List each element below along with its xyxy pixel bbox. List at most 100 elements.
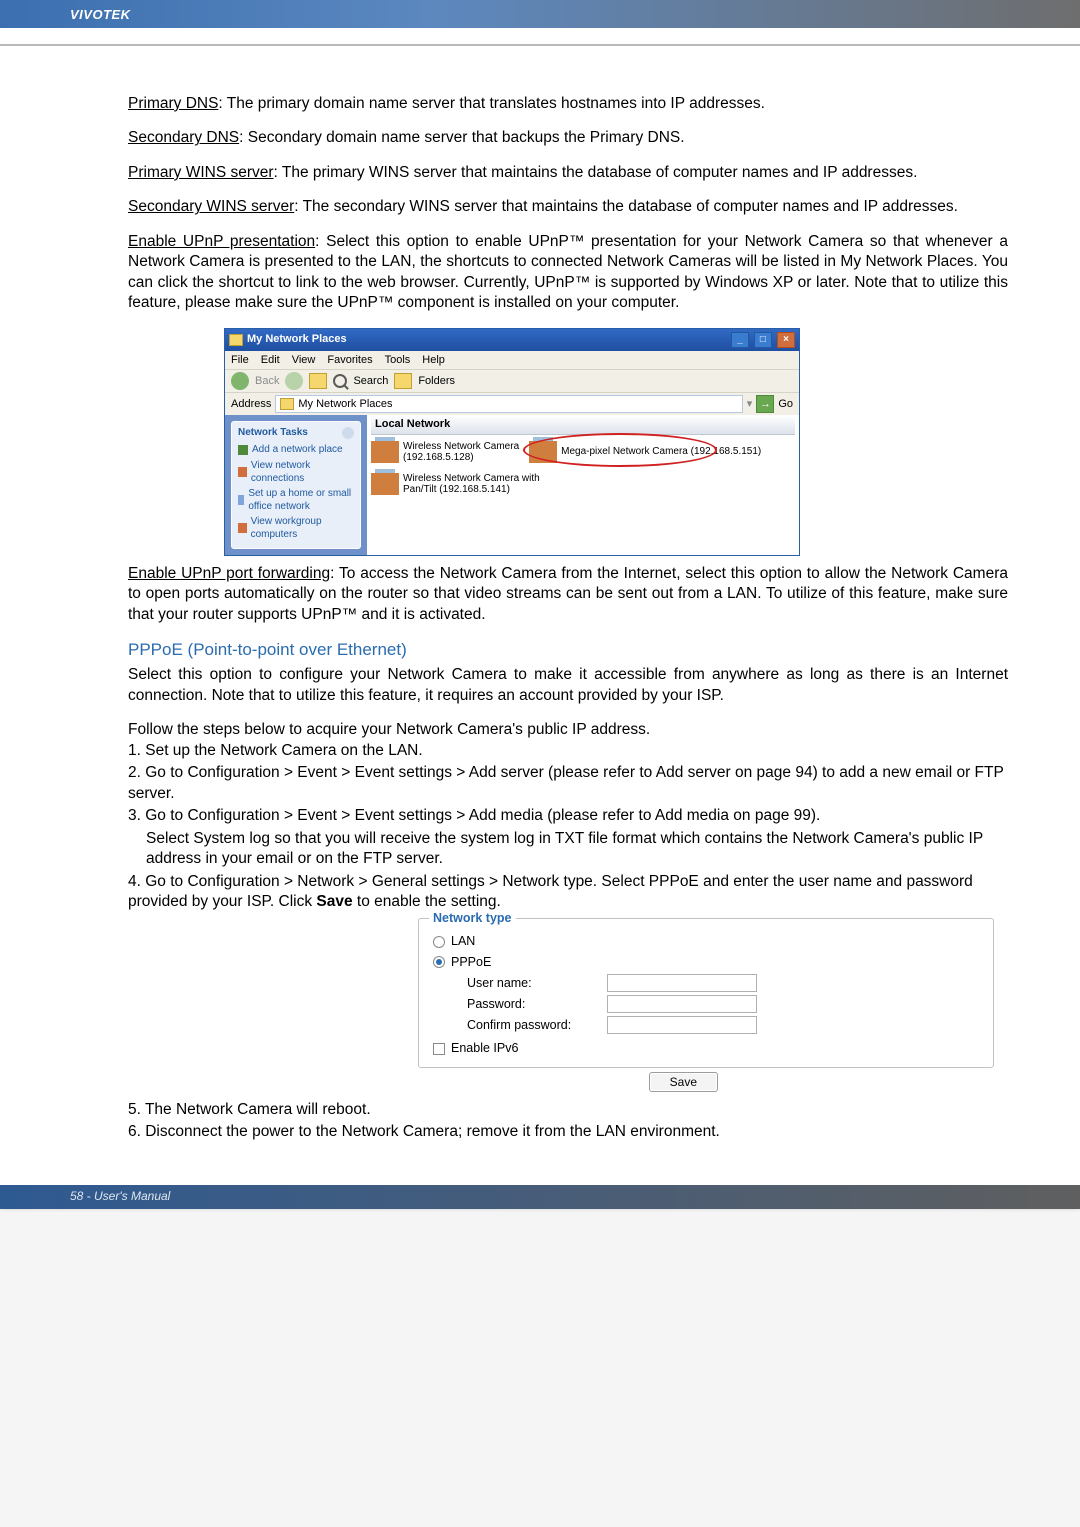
panel-title: Network Tasks [238, 426, 308, 439]
setup-home-link[interactable]: Set up a home or small office network [238, 487, 354, 513]
label: Secondary WINS server [128, 198, 294, 215]
forward-icon[interactable] [285, 372, 303, 390]
content-area: Primary DNS: The primary domain name ser… [0, 46, 1080, 1185]
label: Secondary DNS [128, 129, 239, 146]
minimize-button[interactable]: _ [731, 332, 749, 348]
workgroup-icon [238, 523, 247, 533]
view-connections-link[interactable]: View network connections [238, 459, 354, 485]
panel-legend: Network type [429, 910, 516, 927]
def-secondary-dns: Secondary DNS: Secondary domain name ser… [128, 128, 1008, 148]
def-upnp-presentation: Enable UPnP presentation: Select this op… [128, 232, 1008, 314]
window-body: Network Tasks Add a network place View n… [225, 415, 799, 555]
network-type-panel: Network type LAN PPPoE User name: Passwo… [418, 918, 994, 1068]
ipv6-row[interactable]: Enable IPv6 [433, 1040, 979, 1057]
password-label: Password: [467, 996, 607, 1013]
camera-grid: Wireless Network Camera (192.168.5.128) … [371, 441, 795, 495]
main-area: Local Network Wireless Network Camera (1… [367, 415, 799, 555]
folders-button[interactable]: Folders [418, 374, 455, 389]
password-row: Password: [467, 995, 979, 1013]
def-secondary-wins: Secondary WINS server: The secondary WIN… [128, 197, 1008, 217]
up-icon[interactable] [309, 373, 327, 389]
local-network-header: Local Network [371, 415, 795, 435]
go-button[interactable]: → [756, 395, 774, 413]
step-3a: Select System log so that you will recei… [128, 829, 1008, 870]
search-icon[interactable] [333, 374, 347, 388]
network-tasks-panel: Network Tasks Add a network place View n… [231, 421, 361, 549]
camera-wireless[interactable]: Wireless Network Camera (192.168.5.128) [371, 441, 519, 463]
lan-option[interactable]: LAN [433, 933, 979, 950]
def-primary-dns: Primary DNS: The primary domain name ser… [128, 94, 1008, 114]
page: VIVOTEK Primary DNS: The primary domain … [0, 0, 1080, 1209]
username-label: User name: [467, 975, 607, 992]
close-button[interactable]: × [777, 332, 795, 348]
lan-label: LAN [451, 933, 475, 950]
label: Primary WINS server [128, 164, 274, 181]
footer-text: 58 - User's Manual [70, 1189, 170, 1203]
back-button[interactable]: Back [255, 374, 279, 389]
pppoe-intro: Select this option to configure your Net… [128, 665, 1008, 706]
menu-edit[interactable]: Edit [261, 353, 280, 368]
menu-favorites[interactable]: Favorites [327, 353, 372, 368]
confirm-password-label: Confirm password: [467, 1017, 607, 1034]
pppoe-radio[interactable] [433, 956, 445, 968]
save-row: Save [128, 1072, 718, 1092]
panel-header: Network Tasks [238, 426, 354, 439]
confirm-password-input[interactable] [607, 1016, 757, 1034]
connections-icon [238, 467, 247, 477]
menu-help[interactable]: Help [422, 353, 445, 368]
home-icon [238, 495, 244, 505]
camera-icon [371, 441, 399, 463]
maximize-button[interactable]: □ [754, 332, 772, 348]
step-4: 4. Go to Configuration > Network > Gener… [128, 872, 1008, 913]
step-3: 3. Go to Configuration > Event > Event s… [128, 806, 1008, 826]
text: : The secondary WINS server that maintai… [294, 198, 958, 215]
camera-megapixel[interactable]: Mega-pixel Network Camera (192.168.5.151… [529, 441, 761, 463]
ipv6-checkbox[interactable] [433, 1043, 445, 1055]
pppoe-heading: PPPoE (Point-to-point over Ethernet) [128, 639, 1008, 661]
camera-wireless-pantilt[interactable]: Wireless Network Camera with Pan/Tilt (1… [371, 473, 540, 495]
menubar: File Edit View Favorites Tools Help [225, 351, 799, 370]
text: : Secondary domain name server that back… [239, 129, 684, 146]
collapse-icon[interactable] [342, 427, 354, 439]
address-bar: Address My Network Places ▾ → Go [225, 392, 799, 415]
add-network-place-link[interactable]: Add a network place [238, 443, 354, 456]
address-input[interactable]: My Network Places [275, 395, 742, 413]
menu-file[interactable]: File [231, 353, 249, 368]
view-workgroup-link[interactable]: View workgroup computers [238, 515, 354, 541]
camera-icon [371, 473, 399, 495]
address-value: My Network Places [298, 397, 392, 412]
folder-icon [229, 334, 243, 346]
pppoe-lead: Follow the steps below to acquire your N… [128, 720, 1008, 740]
side-panel: Network Tasks Add a network place View n… [225, 415, 367, 555]
address-label: Address [231, 397, 271, 412]
folders-icon[interactable] [394, 373, 412, 389]
save-button[interactable]: Save [649, 1072, 718, 1092]
text: : The primary domain name server that tr… [218, 95, 765, 112]
go-label: Go [778, 397, 793, 412]
camera-text: Wireless Network Camera (192.168.5.128) [403, 441, 519, 463]
password-input[interactable] [607, 995, 757, 1013]
header-band: VIVOTEK [0, 0, 1080, 28]
back-icon[interactable] [231, 372, 249, 390]
text: : The primary WINS server that maintains… [274, 164, 918, 181]
menu-tools[interactable]: Tools [385, 353, 411, 368]
footer: 58 - User's Manual [0, 1185, 1080, 1209]
lan-radio[interactable] [433, 936, 445, 948]
address-icon [280, 398, 294, 410]
ipv6-label: Enable IPv6 [451, 1040, 518, 1057]
menu-view[interactable]: View [292, 353, 316, 368]
camera-icon [529, 441, 557, 463]
add-icon [238, 445, 248, 455]
pppoe-option[interactable]: PPPoE [433, 954, 979, 971]
titlebar: My Network Places _ □ × [225, 329, 799, 351]
step-5: 5. The Network Camera will reboot. [128, 1100, 1008, 1120]
window-controls: _ □ × [729, 332, 795, 348]
toolbar: Back Search Folders [225, 369, 799, 392]
title-text: My Network Places [247, 332, 347, 347]
search-button[interactable]: Search [353, 374, 388, 389]
label: Enable UPnP port forwarding [128, 565, 330, 582]
username-input[interactable] [607, 974, 757, 992]
camera-text: Wireless Network Camera with Pan/Tilt (1… [403, 473, 540, 495]
brand-label: VIVOTEK [70, 7, 131, 22]
def-primary-wins: Primary WINS server: The primary WINS se… [128, 163, 1008, 183]
